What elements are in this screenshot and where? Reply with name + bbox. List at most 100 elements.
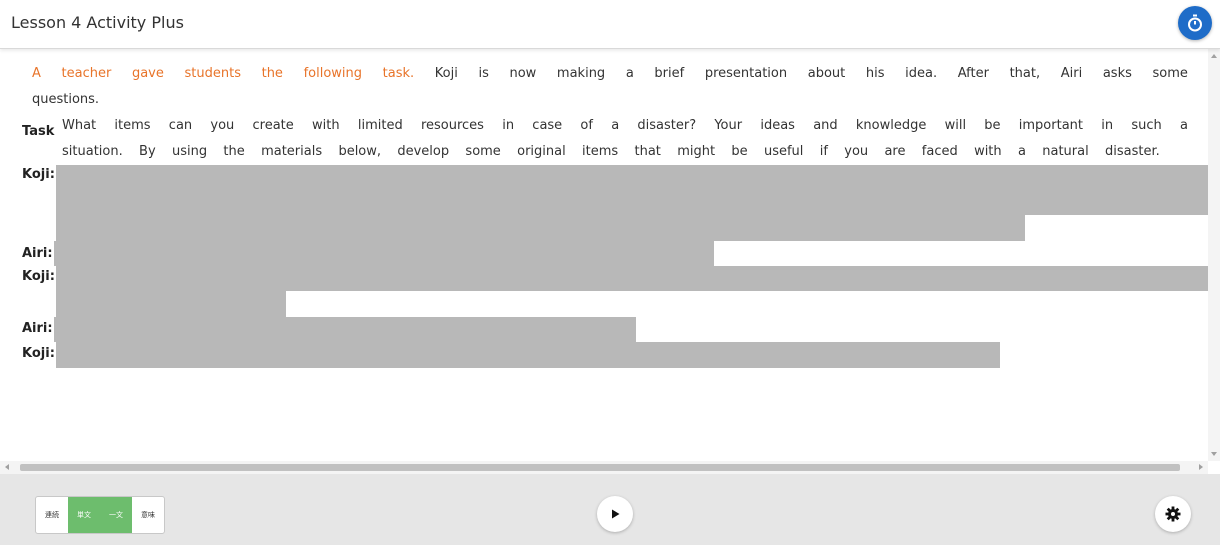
scroll-left-icon[interactable] — [5, 464, 9, 470]
speaker-label: Koji: — [22, 269, 55, 284]
word: you — [844, 144, 869, 159]
settings-button[interactable] — [1155, 496, 1191, 532]
word: making — [556, 66, 606, 81]
timer-button[interactable] — [1178, 6, 1212, 40]
word: a — [611, 118, 620, 133]
word: such — [1131, 118, 1162, 133]
word: What — [62, 118, 97, 133]
scroll-down-icon[interactable] — [1211, 452, 1217, 456]
speaker-label: Koji: — [22, 167, 55, 182]
word: will — [944, 118, 967, 133]
word: create — [252, 118, 294, 133]
gear-icon — [1165, 506, 1181, 522]
word: disaster? — [637, 118, 697, 133]
word: his — [865, 66, 885, 81]
word: ideas — [760, 118, 795, 133]
footer-toolbar: 連続 単文 一文 意味 — [0, 474, 1220, 545]
word: with — [312, 118, 340, 133]
stopwatch-icon — [1188, 14, 1202, 32]
word: resources — [420, 118, 484, 133]
word: idea. — [905, 66, 938, 81]
mode-toggle-button[interactable]: 連続 — [36, 497, 68, 533]
word: natural — [1042, 144, 1089, 159]
mode-toggle-button[interactable]: 単文 — [68, 497, 100, 533]
horizontal-scroll-thumb[interactable] — [20, 464, 1180, 471]
speaker-label: Airi: — [22, 246, 53, 261]
mode-toggle-button[interactable]: 意味 — [132, 497, 164, 533]
word: are — [884, 144, 906, 159]
word: A — [32, 66, 41, 81]
word: the — [261, 66, 283, 81]
task-text-line-1: What items can you create with limited resource… — [62, 113, 1188, 139]
intro-line-continued: questions. — [32, 92, 100, 107]
hidden-text-block[interactable] — [54, 317, 636, 342]
word: some — [1152, 66, 1188, 81]
word: can — [168, 118, 193, 133]
word: presentation — [704, 66, 788, 81]
hidden-text-block[interactable] — [56, 291, 286, 317]
word: knowledge — [855, 118, 927, 133]
word: of — [580, 118, 593, 133]
word: develop — [397, 144, 450, 159]
word: might — [677, 144, 716, 159]
mode-toggle-button[interactable]: 一文 — [100, 497, 132, 533]
word: with — [974, 144, 1002, 159]
word: items — [582, 144, 619, 159]
word: in — [502, 118, 515, 133]
scroll-up-icon[interactable] — [1211, 54, 1217, 58]
word: task. — [382, 66, 415, 81]
word: some — [465, 144, 501, 159]
word: case — [532, 118, 563, 133]
word: gave — [131, 66, 164, 81]
word: brief — [654, 66, 685, 81]
page-title: Lesson 4 Activity Plus — [11, 13, 184, 32]
hidden-text-block[interactable] — [54, 241, 714, 266]
word: that, — [1009, 66, 1041, 81]
word: is — [478, 66, 489, 81]
word: After — [957, 66, 989, 81]
task-label: Task — [22, 124, 55, 139]
word: now — [509, 66, 537, 81]
word: faced — [921, 144, 958, 159]
lesson-content: Ateacher gave students the following task. Koj… — [0, 49, 1208, 461]
word: using — [171, 144, 208, 159]
word: about — [807, 66, 846, 81]
word: items — [114, 118, 151, 133]
horizontal-scrollbar[interactable] — [0, 461, 1208, 474]
word: if — [819, 144, 828, 159]
word: disaster. — [1105, 144, 1160, 159]
word: and — [813, 118, 838, 133]
word: Your — [714, 118, 743, 133]
hidden-text-block[interactable] — [56, 266, 1208, 291]
word: limited — [357, 118, 403, 133]
word: important — [1018, 118, 1084, 133]
vertical-scrollbar[interactable] — [1208, 49, 1220, 461]
display-mode-group: 連続 単文 一文 意味 — [35, 496, 165, 534]
hidden-text-block[interactable] — [56, 215, 1025, 241]
play-button[interactable] — [597, 496, 633, 532]
word: be — [731, 144, 748, 159]
task-text-line-2: situation. By using the materials below, devel… — [62, 139, 1160, 165]
word: following — [303, 66, 363, 81]
word: Koji — [434, 66, 458, 81]
word: asks — [1102, 66, 1132, 81]
word: that — [634, 144, 661, 159]
scroll-right-icon[interactable] — [1199, 464, 1203, 470]
word: below, — [338, 144, 382, 159]
word: situation. — [62, 144, 123, 159]
intro-line: Ateacher gave students the following task. Koj… — [32, 61, 1188, 87]
word: original — [517, 144, 566, 159]
word: the — [223, 144, 245, 159]
play-icon — [612, 509, 620, 519]
word: teacher — [61, 66, 112, 81]
hidden-text-block[interactable] — [56, 165, 1208, 215]
word: a — [1017, 144, 1026, 159]
speaker-label: Airi: — [22, 321, 53, 336]
hidden-text-block[interactable] — [56, 342, 1000, 368]
word: you — [210, 118, 235, 133]
word: be — [984, 118, 1001, 133]
word: useful — [763, 144, 804, 159]
word: a — [1179, 118, 1188, 133]
speaker-label: Koji: — [22, 346, 55, 361]
word: Airi — [1060, 66, 1083, 81]
